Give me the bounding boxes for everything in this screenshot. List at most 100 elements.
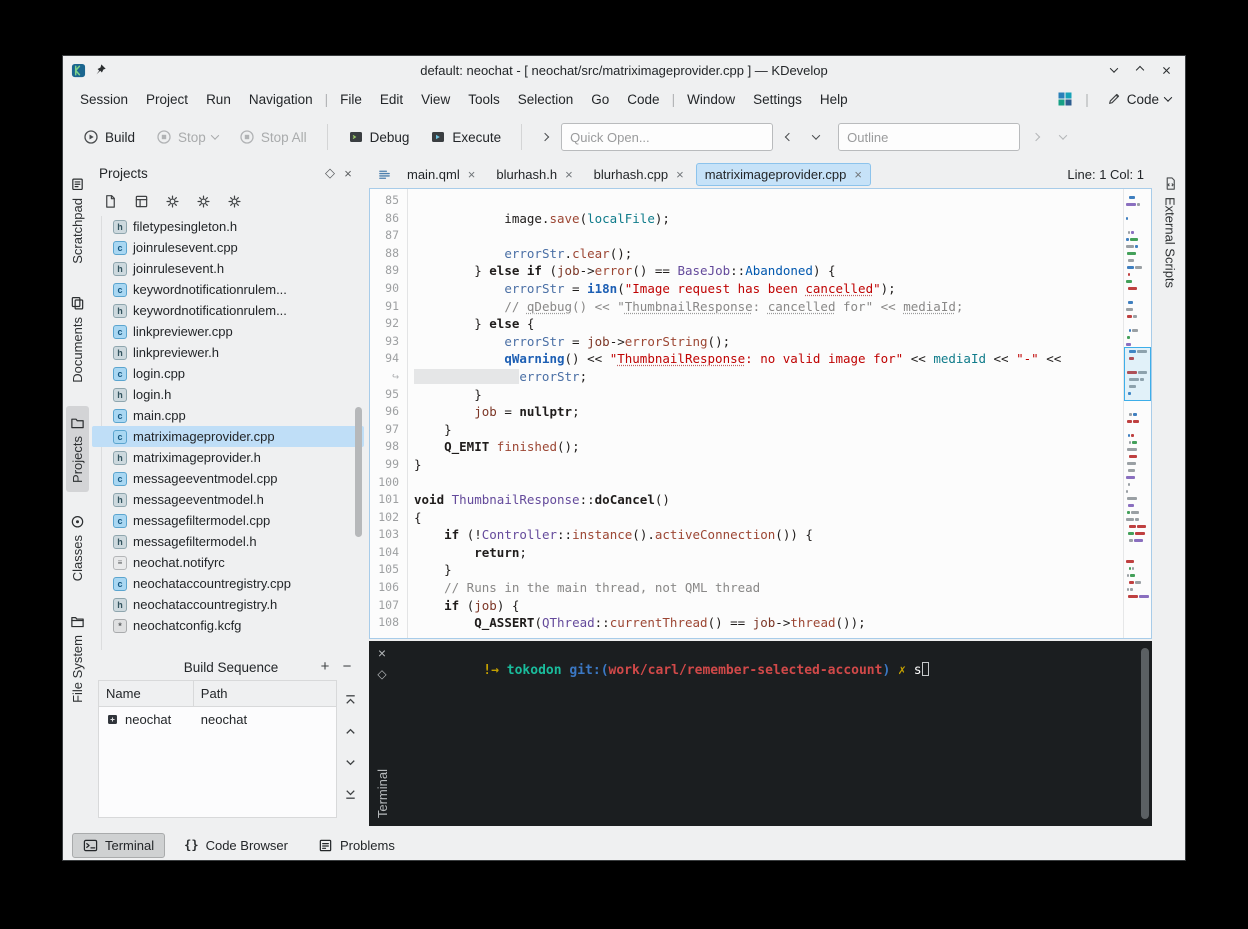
tree-item[interactable]: hlinkpreviewer.h	[92, 342, 364, 363]
install-button[interactable]	[194, 192, 212, 210]
menu-code[interactable]: Code	[618, 88, 668, 111]
tab-close-icon[interactable]: ×	[854, 168, 862, 181]
tree-item[interactable]: hmatriximageprovider.h	[92, 447, 364, 468]
outline-forward-button[interactable]	[1025, 125, 1047, 149]
outline-input[interactable]	[838, 123, 1020, 151]
tree-item[interactable]: hkeywordnotificationrulem...	[92, 300, 364, 321]
tree-item[interactable]: hneochataccountregistry.h	[92, 594, 364, 615]
tree-item[interactable]: hfiletypesingleton.h	[92, 216, 364, 237]
debug-button[interactable]: Debug	[340, 124, 418, 150]
menu-window[interactable]: Window	[678, 88, 744, 111]
terminal-tab-label[interactable]: Terminal	[375, 765, 390, 822]
editor-tab-main-qml[interactable]: main.qml×	[398, 163, 484, 186]
minimap[interactable]	[1123, 189, 1151, 638]
tree-item[interactable]: *neochatconfig.kcfg	[92, 615, 364, 636]
quick-open-input[interactable]	[561, 123, 773, 151]
menu-project[interactable]: Project	[137, 88, 197, 111]
tree-item[interactable]: hmessagefiltermodel.h	[92, 531, 364, 552]
tree-item[interactable]: clinkpreviewer.cpp	[92, 321, 364, 342]
tree-item[interactable]: cmatriximageprovider.cpp	[92, 426, 364, 447]
build-button[interactable]	[163, 192, 181, 210]
pin-icon[interactable]	[93, 63, 107, 77]
panel-close-button[interactable]: ×	[339, 164, 357, 182]
tree-item[interactable]: clogin.cpp	[92, 363, 364, 384]
tree-item[interactable]: hjoinrulesevent.h	[92, 258, 364, 279]
menu-view[interactable]: View	[412, 88, 459, 111]
back-history-button[interactable]	[778, 125, 800, 149]
dock-tab-scratchpad[interactable]: Scratchpad	[66, 168, 89, 273]
panel-float-button[interactable]: ◇	[321, 164, 339, 182]
menu-selection[interactable]: Selection	[509, 88, 583, 111]
locate-document-button[interactable]	[101, 192, 119, 210]
build-sequence-panel: Build Sequence + − Name Path neochatneoc…	[92, 650, 364, 820]
editor-tab-matriximageprovider-cpp[interactable]: matriximageprovider.cpp×	[696, 163, 871, 186]
tree-item[interactable]: ≡neochat.notifyrc	[92, 552, 364, 573]
statusbar-terminal-button[interactable]: Terminal	[72, 833, 165, 858]
tab-close-icon[interactable]: ×	[468, 168, 476, 181]
document-list-button[interactable]	[373, 162, 395, 186]
show-targets-button[interactable]	[132, 192, 150, 210]
remove-build-item-button[interactable]: −	[338, 657, 356, 675]
editor-tab-blurhash-h[interactable]: blurhash.h×	[487, 163, 581, 186]
dock-tab-classes[interactable]: Classes	[66, 505, 89, 590]
stop-all-button[interactable]: Stop All	[231, 124, 315, 150]
quick-open-dropdown-button[interactable]	[805, 125, 827, 149]
tab-close-icon[interactable]: ×	[676, 168, 684, 181]
cpp-file-icon: c	[113, 409, 127, 423]
tree-item[interactable]: hmessageeventmodel.h	[92, 489, 364, 510]
menu-navigation[interactable]: Navigation	[240, 88, 322, 111]
statusbar-problems-button[interactable]: Problems	[307, 833, 406, 858]
h-file-icon: h	[113, 388, 127, 402]
move-bottom-button[interactable]	[341, 784, 361, 804]
dock-tab-documents[interactable]: Documents	[66, 287, 89, 392]
editor-gutter[interactable]: 85868788899091929394↪9596979899100101102…	[370, 189, 408, 638]
build-sequence-row[interactable]: neochatneochat	[99, 707, 336, 732]
tab-close-icon[interactable]: ×	[565, 168, 573, 181]
terminal-close-button[interactable]: ×	[378, 646, 386, 660]
add-build-item-button[interactable]: +	[316, 657, 334, 675]
code-mode-button[interactable]: Code	[1101, 89, 1177, 110]
dock-tab-projects[interactable]: Projects	[66, 406, 89, 492]
menu-edit[interactable]: Edit	[371, 88, 412, 111]
column-header-path[interactable]: Path	[194, 681, 336, 706]
tree-item[interactable]: hlogin.h	[92, 384, 364, 405]
build-button[interactable]: Build	[75, 124, 143, 150]
execute-button[interactable]: Execute	[422, 124, 509, 150]
code-lines[interactable]: image.save(localFile); errorStr.clear();…	[408, 189, 1123, 638]
tree-item[interactable]: cneochataccountregistry.cpp	[92, 573, 364, 594]
dock-tab-external-scripts[interactable]: External Scripts	[1159, 168, 1182, 296]
stop-button[interactable]: Stop	[148, 124, 226, 150]
tree-item[interactable]: cmessagefiltermodel.cpp	[92, 510, 364, 531]
maximize-button[interactable]	[1129, 60, 1151, 80]
area-switcher-icon[interactable]	[1057, 91, 1073, 107]
move-up-button[interactable]	[341, 721, 361, 741]
terminal-content[interactable]: !→ tokodon git:(work/carl/remember-selec…	[395, 641, 1152, 826]
tree-item[interactable]: cmessageeventmodel.cpp	[92, 468, 364, 489]
move-down-button[interactable]	[341, 753, 361, 773]
tree-item[interactable]: ckeywordnotificationrulem...	[92, 279, 364, 300]
dock-tab-file-system[interactable]: File System	[66, 605, 89, 712]
minimap-viewport[interactable]	[1124, 347, 1151, 401]
statusbar-code-browser-button[interactable]: {}Code Browser	[173, 833, 299, 858]
menu-session[interactable]: Session	[71, 88, 137, 111]
menu-go[interactable]: Go	[582, 88, 618, 111]
menu-help[interactable]: Help	[811, 88, 857, 111]
menu-file[interactable]: File	[331, 88, 371, 111]
close-button[interactable]	[1155, 60, 1177, 80]
move-top-button[interactable]	[341, 690, 361, 710]
tree-item[interactable]: cmain.cpp	[92, 405, 364, 426]
menu-settings[interactable]: Settings	[744, 88, 811, 111]
line-number: 91	[370, 298, 407, 316]
outline-dropdown-button[interactable]	[1052, 125, 1074, 149]
terminal-scrollbar[interactable]	[1141, 648, 1149, 819]
column-header-name[interactable]: Name	[99, 681, 194, 706]
tree-item[interactable]: cjoinrulesevent.cpp	[92, 237, 364, 258]
forward-button[interactable]	[534, 125, 556, 149]
minimize-button[interactable]	[1103, 60, 1125, 80]
configure-button[interactable]	[225, 192, 243, 210]
menu-tools[interactable]: Tools	[459, 88, 509, 111]
menu-run[interactable]: Run	[197, 88, 240, 111]
tree-scrollbar[interactable]	[355, 407, 362, 537]
editor-tab-blurhash-cpp[interactable]: blurhash.cpp×	[585, 163, 693, 186]
terminal-float-button[interactable]: ◇	[377, 668, 386, 680]
